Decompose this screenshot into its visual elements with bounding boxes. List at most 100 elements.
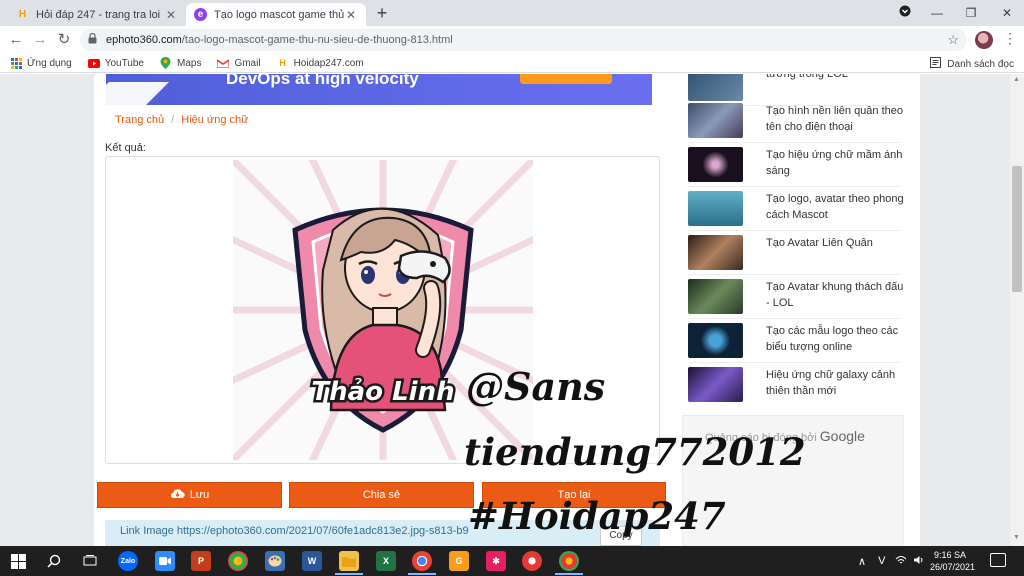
reload-button[interactable]: ↻ xyxy=(53,29,75,51)
breadcrumb: Trang chủ / Hiệu ứng chữ xyxy=(115,114,249,126)
cloud-download-icon xyxy=(170,488,185,502)
bookmarks-bar: Ứng dụng YouTube Maps Gmail H Hoidap247.… xyxy=(0,54,1024,73)
wifi-icon[interactable] xyxy=(895,555,907,568)
menu-dots-icon[interactable]: ⋮ xyxy=(1003,30,1017,50)
sidebar-item-label: Tạo hiệu ứng chữ mầm ánh sáng xyxy=(766,149,903,177)
search-icon[interactable] xyxy=(44,551,64,571)
save-button[interactable]: Lưu xyxy=(97,482,282,508)
reading-list-label: Danh sách đọc xyxy=(947,58,1014,70)
result-panel: Thảo Linh xyxy=(105,156,660,464)
close-icon[interactable]: ✕ xyxy=(164,8,178,22)
word-icon[interactable]: W xyxy=(302,551,322,571)
powerpoint-icon[interactable]: P xyxy=(191,551,211,571)
bookmark-label: YouTube xyxy=(104,57,144,69)
reading-list-icon xyxy=(930,57,942,71)
share-label: Chia sẻ xyxy=(362,489,401,501)
tab-search-icon[interactable] xyxy=(890,3,920,23)
tab-title: Hỏi đáp 247 - trang tra loi xyxy=(36,8,161,21)
tab-ephoto[interactable]: e Tạo logo mascot game thủ nữ siêu ✕ xyxy=(186,3,366,26)
zoom-icon[interactable] xyxy=(155,551,175,571)
reading-list-button[interactable]: Danh sách đọc xyxy=(930,57,1014,71)
google-brand: Google xyxy=(819,428,865,444)
bookmark-maps[interactable]: Maps xyxy=(160,57,201,69)
active-app-indicator xyxy=(335,573,363,575)
sidebar-thumbnail xyxy=(688,74,743,101)
scroll-up-arrow-icon[interactable]: ▲ xyxy=(1013,76,1020,83)
tab-strip: H Hỏi đáp 247 - trang tra loi ✕ e Tạo lo… xyxy=(0,0,1024,26)
taskbar-clock[interactable]: 9:16 SA 26/07/2021 xyxy=(930,549,975,573)
excel-icon[interactable]: X xyxy=(376,551,396,571)
sidebar-item[interactable]: Tạo hình nền liên quân theo tên cho điện… xyxy=(688,99,903,143)
app-red-icon[interactable] xyxy=(522,551,542,571)
sidebar-item[interactable]: Hiệu ứng chữ galaxy cảnh thiên thần mới xyxy=(688,363,900,407)
task-view-icon[interactable] xyxy=(80,551,100,571)
tray-chevron-up-icon[interactable]: ∧ xyxy=(858,555,866,568)
overlay-text-line2: tiendung772012 xyxy=(464,430,806,474)
sidebar-item[interactable]: Tạo Avatar khung thách đấu - LOL xyxy=(688,275,903,319)
chrome-canary-icon[interactable] xyxy=(228,551,248,571)
breadcrumb-separator: / xyxy=(171,114,175,126)
address-bar[interactable]: ephoto360.com/tao-logo-mascot-game-thu-n… xyxy=(80,29,967,51)
main-content: DevOps at high velocity Trang chủ / Hiệu ứ… xyxy=(94,74,920,546)
breadcrumb-section[interactable]: Hiệu ứng chữ xyxy=(181,114,248,126)
url-host: ephoto360.com xyxy=(106,34,182,46)
bookmark-apps[interactable]: Ứng dụng xyxy=(10,57,72,69)
notification-icon[interactable] xyxy=(990,553,1006,567)
ad-text: DevOps at high velocity xyxy=(226,74,419,88)
ad-banner[interactable]: DevOps at high velocity xyxy=(106,74,652,105)
overlay-text-line3: #Hoidap247 xyxy=(468,494,726,538)
bookmark-label: Gmail xyxy=(234,57,261,69)
sidebar-thumbnail xyxy=(688,279,743,314)
sidebar-thumbnail xyxy=(688,323,743,358)
minimize-button[interactable]: — xyxy=(922,3,952,23)
sidebar-item[interactable]: Tạo các mẫu logo theo các biểu tượng onl… xyxy=(688,319,900,363)
forward-button[interactable]: → xyxy=(29,29,51,51)
sidebar-item-label: Tạo các mẫu logo theo các biểu tượng onl… xyxy=(766,325,899,353)
new-tab-button[interactable]: + xyxy=(372,3,392,23)
sidebar-item[interactable]: Tạo hiệu ứng chữ mầm ánh sáng xyxy=(688,143,902,187)
close-icon[interactable]: ✕ xyxy=(344,8,358,22)
profile-avatar[interactable] xyxy=(975,31,993,49)
browser-toolbar: ← → ↻ ephoto360.com/tao-logo-mascot-game… xyxy=(0,26,1024,54)
language-indicator[interactable]: V xyxy=(878,555,885,567)
breadcrumb-home[interactable]: Trang chủ xyxy=(115,114,164,126)
share-button[interactable]: Chia sẻ xyxy=(289,482,474,508)
image-link-text[interactable]: Link Image https://ephoto360.com/2021/07… xyxy=(120,525,469,537)
mascot-name-text: Thảo Linh xyxy=(311,376,454,407)
mascot-logo-image[interactable]: Thảo Linh xyxy=(233,160,533,460)
scroll-down-arrow-icon[interactable]: ▼ xyxy=(1013,534,1020,541)
chrome-profile-icon[interactable] xyxy=(559,551,579,571)
sidebar-item[interactable]: Tạo logo, avatar theo phong cách Mascot xyxy=(688,187,904,231)
chrome-icon[interactable] xyxy=(412,551,432,571)
bookmark-hoidap[interactable]: H Hoidap247.com xyxy=(277,57,363,69)
windows-taskbar: Zalo P W X G ✱ ∧ V 9:16 SA 26/07/2021 xyxy=(0,546,1024,576)
tab-title: Tạo logo mascot game thủ nữ siêu xyxy=(214,8,344,21)
scroll-thumb[interactable] xyxy=(1012,166,1022,292)
restore-button[interactable]: ❐ xyxy=(956,3,986,23)
sidebar-item-label: Tạo logo, avatar theo phong cách Mascot xyxy=(766,193,904,221)
bookmark-star-icon[interactable]: ☆ xyxy=(947,32,959,48)
bookmark-gmail[interactable]: Gmail xyxy=(217,57,261,69)
maps-icon xyxy=(160,57,172,69)
bookmark-youtube[interactable]: YouTube xyxy=(87,57,144,69)
sidebar-item-label: Tạo Avatar Liên Quân xyxy=(766,237,873,249)
result-label: Kết quả: xyxy=(105,142,146,154)
app-pink-icon[interactable]: ✱ xyxy=(486,551,506,571)
file-explorer-icon[interactable] xyxy=(339,551,359,571)
sidebar-item[interactable]: Tạo Avatar Liên Quân xyxy=(688,231,900,275)
windows-start-icon[interactable] xyxy=(8,551,28,571)
zalo-icon[interactable]: Zalo xyxy=(118,551,138,571)
web-page: DevOps at high velocity Trang chủ / Hiệu ứ… xyxy=(0,74,1024,546)
ad-cta-button[interactable] xyxy=(520,74,612,84)
paint-icon[interactable] xyxy=(265,551,285,571)
gmail-icon xyxy=(217,57,230,69)
lock-icon xyxy=(88,32,100,47)
close-window-button[interactable]: ✕ xyxy=(992,3,1022,23)
volume-icon[interactable] xyxy=(913,555,925,568)
tab-hoidap[interactable]: H Hỏi đáp 247 - trang tra loi ✕ xyxy=(8,3,186,26)
app-orange-icon[interactable]: G xyxy=(449,551,469,571)
page-scrollbar[interactable]: ▲ ▼ xyxy=(1010,74,1024,546)
back-button[interactable]: ← xyxy=(5,29,27,51)
overlay-text-line1: @Sans xyxy=(466,364,606,409)
sidebar-thumbnail xyxy=(688,103,743,138)
